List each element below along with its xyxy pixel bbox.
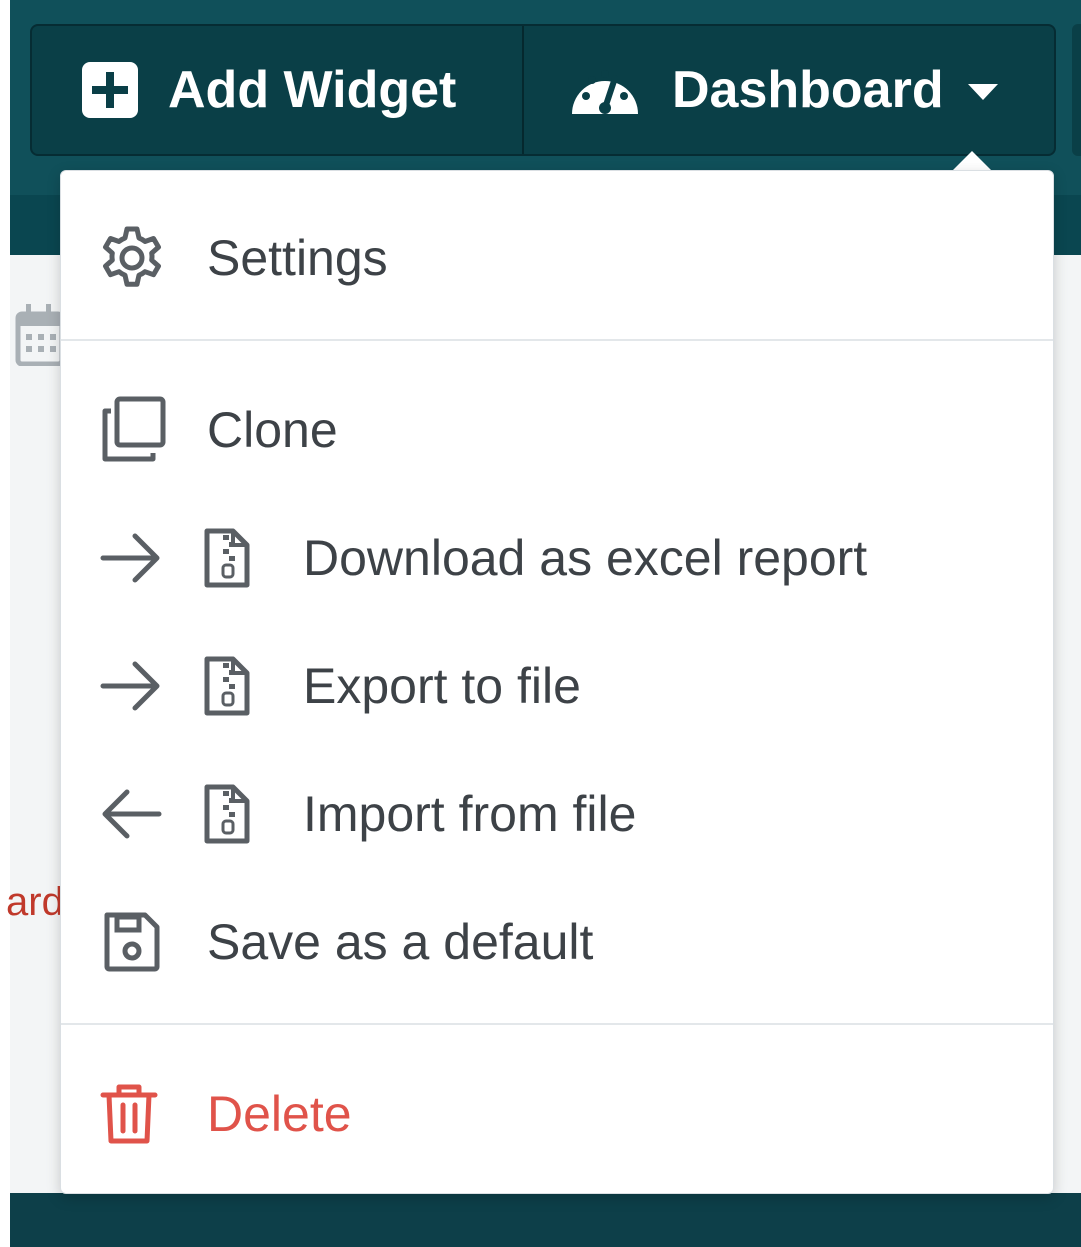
menu-item-settings[interactable]: Settings <box>61 213 1053 303</box>
dashboard-label: Dashboard <box>672 61 944 119</box>
menu-divider <box>61 1023 1053 1025</box>
menu-item-clone[interactable]: Clone <box>61 385 1053 475</box>
arrow-right-icon <box>99 531 163 585</box>
dropdown-pointer <box>952 151 992 171</box>
menu-item-export-file[interactable]: Export to file <box>61 641 1053 731</box>
menu-item-delete[interactable]: Delete <box>61 1069 1053 1159</box>
background-link-text: ard <box>6 880 64 924</box>
export-file-label: Export to file <box>303 658 581 714</box>
clone-icon <box>99 395 169 465</box>
add-widget-button[interactable]: Add Widget <box>32 26 524 154</box>
menu-item-import-file[interactable]: Import from file <box>61 769 1053 859</box>
download-excel-label: Download as excel report <box>303 530 868 586</box>
save-default-label: Save as a default <box>207 914 594 970</box>
gear-icon <box>99 225 165 291</box>
file-zipper-icon <box>201 783 253 845</box>
dashboard-toolbar: Add Widget Dashboard <box>30 24 1056 156</box>
arrow-right-icon <box>99 659 163 713</box>
delete-label: Delete <box>207 1086 352 1142</box>
import-file-label: Import from file <box>303 786 637 842</box>
tachometer-icon <box>568 62 642 118</box>
menu-item-save-default[interactable]: Save as a default <box>61 897 1053 987</box>
clone-label: Clone <box>207 402 338 458</box>
next-toolbar-button[interactable] <box>1072 24 1081 156</box>
plus-square-icon <box>82 62 138 118</box>
add-widget-label: Add Widget <box>168 61 457 119</box>
dashboard-dropdown-menu: Settings Clone Download as excel report … <box>60 170 1054 1194</box>
trash-icon <box>99 1081 159 1147</box>
settings-label: Settings <box>207 230 388 286</box>
footer-strip <box>0 1193 1081 1247</box>
arrow-left-icon <box>99 787 163 841</box>
calendar-icon <box>14 300 65 371</box>
menu-item-download-excel[interactable]: Download as excel report <box>61 513 1053 603</box>
floppy-disk-icon <box>99 909 165 975</box>
caret-down-icon <box>967 84 998 102</box>
file-zipper-icon <box>201 655 253 717</box>
menu-divider <box>61 339 1053 341</box>
dashboard-dropdown-button[interactable]: Dashboard <box>524 26 1054 154</box>
file-zipper-icon <box>201 527 253 589</box>
left-edge <box>0 0 10 1247</box>
